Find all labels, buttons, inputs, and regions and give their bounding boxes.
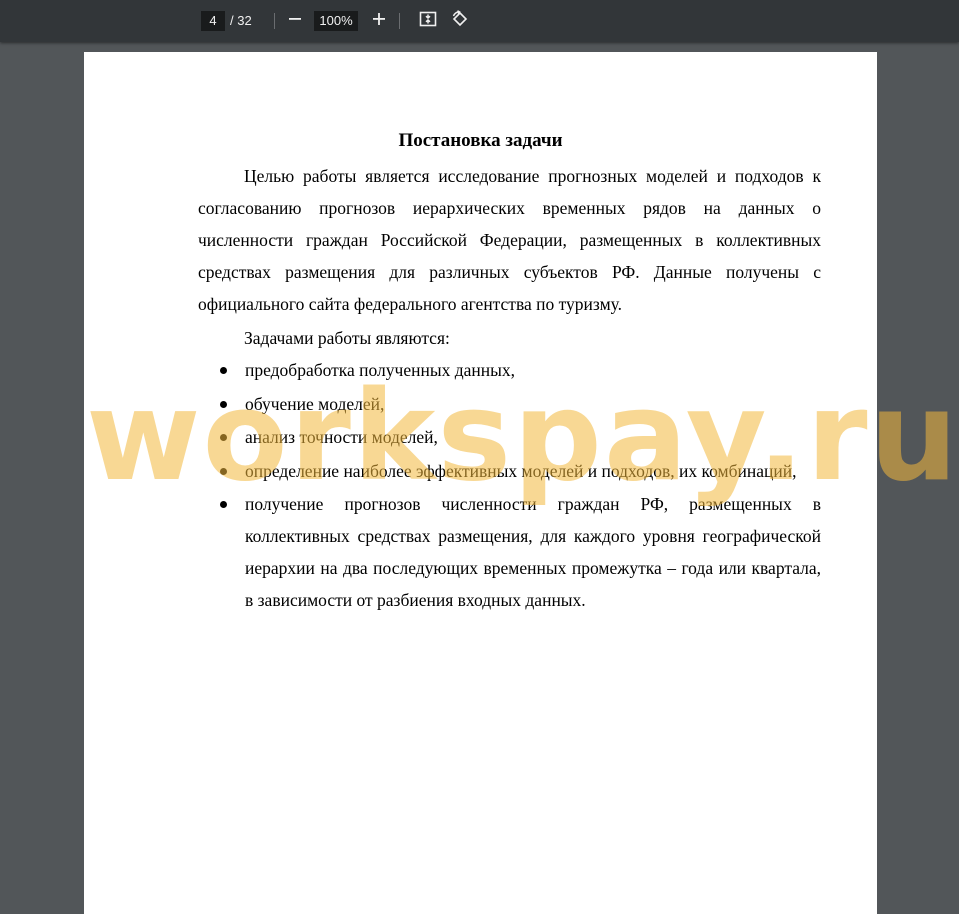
fit-page-icon xyxy=(419,10,437,33)
bullet-icon xyxy=(220,434,227,441)
list-item: анализ точности моделей, xyxy=(198,421,821,453)
paragraph: Задачами работы являются: xyxy=(244,328,450,348)
pdf-toolbar: 4 / 32 100% xyxy=(0,0,959,42)
page-total-count: / 32 xyxy=(230,13,252,28)
minus-icon xyxy=(288,12,302,31)
fit-to-page-button[interactable] xyxy=(416,9,440,33)
list-item-text: анализ точности моделей, xyxy=(245,427,438,447)
rotate-button[interactable] xyxy=(448,9,472,33)
list-item: предобработка полученных данных, xyxy=(198,354,821,386)
list-item-text: обучение моделей, xyxy=(245,393,385,414)
page-number-input[interactable]: 4 xyxy=(201,11,225,31)
list-item: обучение моделей, xyxy=(198,388,821,420)
list-item-text: получение прогнозов численности граждан … xyxy=(245,494,821,610)
document-page: Постановка задачи Целью работы является … xyxy=(84,52,877,914)
document-viewer[interactable]: Постановка задачи Целью работы является … xyxy=(0,42,959,914)
toolbar-divider xyxy=(274,13,275,29)
task-list: предобработка полученных данных, обучени… xyxy=(198,354,821,618)
bullet-icon xyxy=(220,501,227,508)
rotate-icon xyxy=(451,9,469,33)
zoom-out-button[interactable] xyxy=(283,9,307,33)
toolbar-divider xyxy=(399,13,400,29)
section-heading: Постановка задачи xyxy=(398,130,563,151)
paragraph: Целью работы является исследование прогн… xyxy=(198,166,821,314)
zoom-level-input[interactable]: 100% xyxy=(314,11,358,31)
zoom-in-button[interactable] xyxy=(367,9,391,33)
bullet-icon xyxy=(220,367,227,374)
list-item-text: определение наиболее эффективных моделей… xyxy=(245,460,797,481)
plus-icon xyxy=(372,12,386,31)
bullet-icon xyxy=(220,467,227,475)
list-item-text: предобработка полученных данных, xyxy=(245,360,516,380)
list-item: определение наиболее эффективных моделей… xyxy=(198,455,821,487)
list-item: получение прогнозов численности граждан … xyxy=(198,488,821,616)
bullet-icon xyxy=(220,400,227,408)
